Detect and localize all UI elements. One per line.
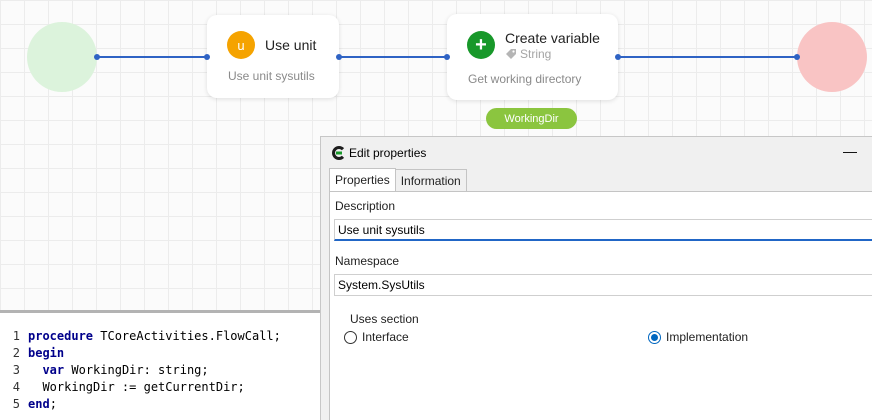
code-line: 5 end; xyxy=(0,395,57,412)
create-variable-output-port[interactable] xyxy=(615,54,621,60)
tab-information[interactable]: Information xyxy=(395,169,467,191)
use-unit-input-port[interactable] xyxy=(204,54,210,60)
app-logo-icon xyxy=(332,146,345,160)
line-number: 5 xyxy=(12,396,20,411)
use-unit-output-port[interactable] xyxy=(336,54,342,60)
implementation-radio-option[interactable]: Implementation xyxy=(648,330,748,344)
code-keyword: begin xyxy=(28,345,65,360)
variable-pill[interactable]: WorkingDir xyxy=(486,108,577,129)
code-keyword: procedure xyxy=(28,328,94,343)
code-editor[interactable]: 1 procedure TCoreActivities.FlowCall; 2 … xyxy=(0,310,320,420)
tab-properties[interactable]: Properties xyxy=(329,168,396,191)
implementation-radio-label: Implementation xyxy=(666,330,749,344)
code-text: ; xyxy=(49,396,57,411)
description-label: Description xyxy=(335,199,396,213)
code-keyword: end xyxy=(28,396,50,411)
code-keyword: var xyxy=(42,362,65,377)
description-input[interactable] xyxy=(334,219,872,241)
use-unit-description: Use unit sysutils xyxy=(228,69,315,83)
properties-tab-content: Description Namespace Uses section Inter… xyxy=(329,191,872,420)
implementation-radio[interactable] xyxy=(648,330,661,344)
connector-create-variable-to-end xyxy=(618,56,798,58)
line-number: 3 xyxy=(12,362,20,377)
interface-radio-option[interactable]: Interface xyxy=(344,330,409,344)
interface-radio-label: Interface xyxy=(362,330,409,344)
interface-radio[interactable] xyxy=(344,330,357,344)
create-variable-description: Get working directory xyxy=(468,72,582,86)
namespace-label: Namespace xyxy=(335,254,400,268)
minimize-button[interactable]: — xyxy=(843,143,857,159)
use-unit-title: Use unit xyxy=(265,37,317,53)
panel-title: Edit properties xyxy=(349,146,427,160)
line-number: 1 xyxy=(12,328,20,343)
tag-icon xyxy=(506,49,516,59)
panel-tabs: Properties Information xyxy=(329,168,467,191)
use-unit-badge-icon: u xyxy=(227,31,255,59)
code-line: 1 procedure TCoreActivities.FlowCall; xyxy=(0,327,281,344)
line-number: 4 xyxy=(12,379,20,394)
end-node[interactable] xyxy=(797,22,867,92)
create-variable-input-port[interactable] xyxy=(444,54,450,60)
uses-section-label: Uses section xyxy=(350,312,419,326)
code-text: WorkingDir := getCurrentDir; xyxy=(42,379,245,394)
variable-type-label: String xyxy=(520,47,552,61)
plus-icon: + xyxy=(467,31,495,59)
start-node[interactable] xyxy=(27,22,97,92)
code-text: TCoreActivities.FlowCall; xyxy=(93,328,281,343)
connector-start-to-use-unit xyxy=(97,56,208,58)
start-node-output-port[interactable] xyxy=(94,54,100,60)
code-line: 3 var WorkingDir: string; xyxy=(0,361,209,378)
end-node-input-port[interactable] xyxy=(794,54,800,60)
properties-panel: Edit properties — Properties Information… xyxy=(320,136,872,420)
variable-type: String xyxy=(505,47,551,61)
create-variable-title: Create variable xyxy=(505,30,600,46)
namespace-input[interactable] xyxy=(334,274,872,296)
code-text: WorkingDir: string; xyxy=(64,362,209,377)
panel-header: Edit properties — xyxy=(321,137,872,169)
line-number: 2 xyxy=(12,345,20,360)
code-line: 4 WorkingDir := getCurrentDir; xyxy=(0,378,245,395)
code-line: 2 begin xyxy=(0,344,64,361)
use-unit-node[interactable]: u Use unit Use unit sysutils xyxy=(207,15,339,98)
connector-use-unit-to-create-variable xyxy=(339,56,448,58)
create-variable-node[interactable]: + Create variable String Get working dir… xyxy=(447,14,618,100)
